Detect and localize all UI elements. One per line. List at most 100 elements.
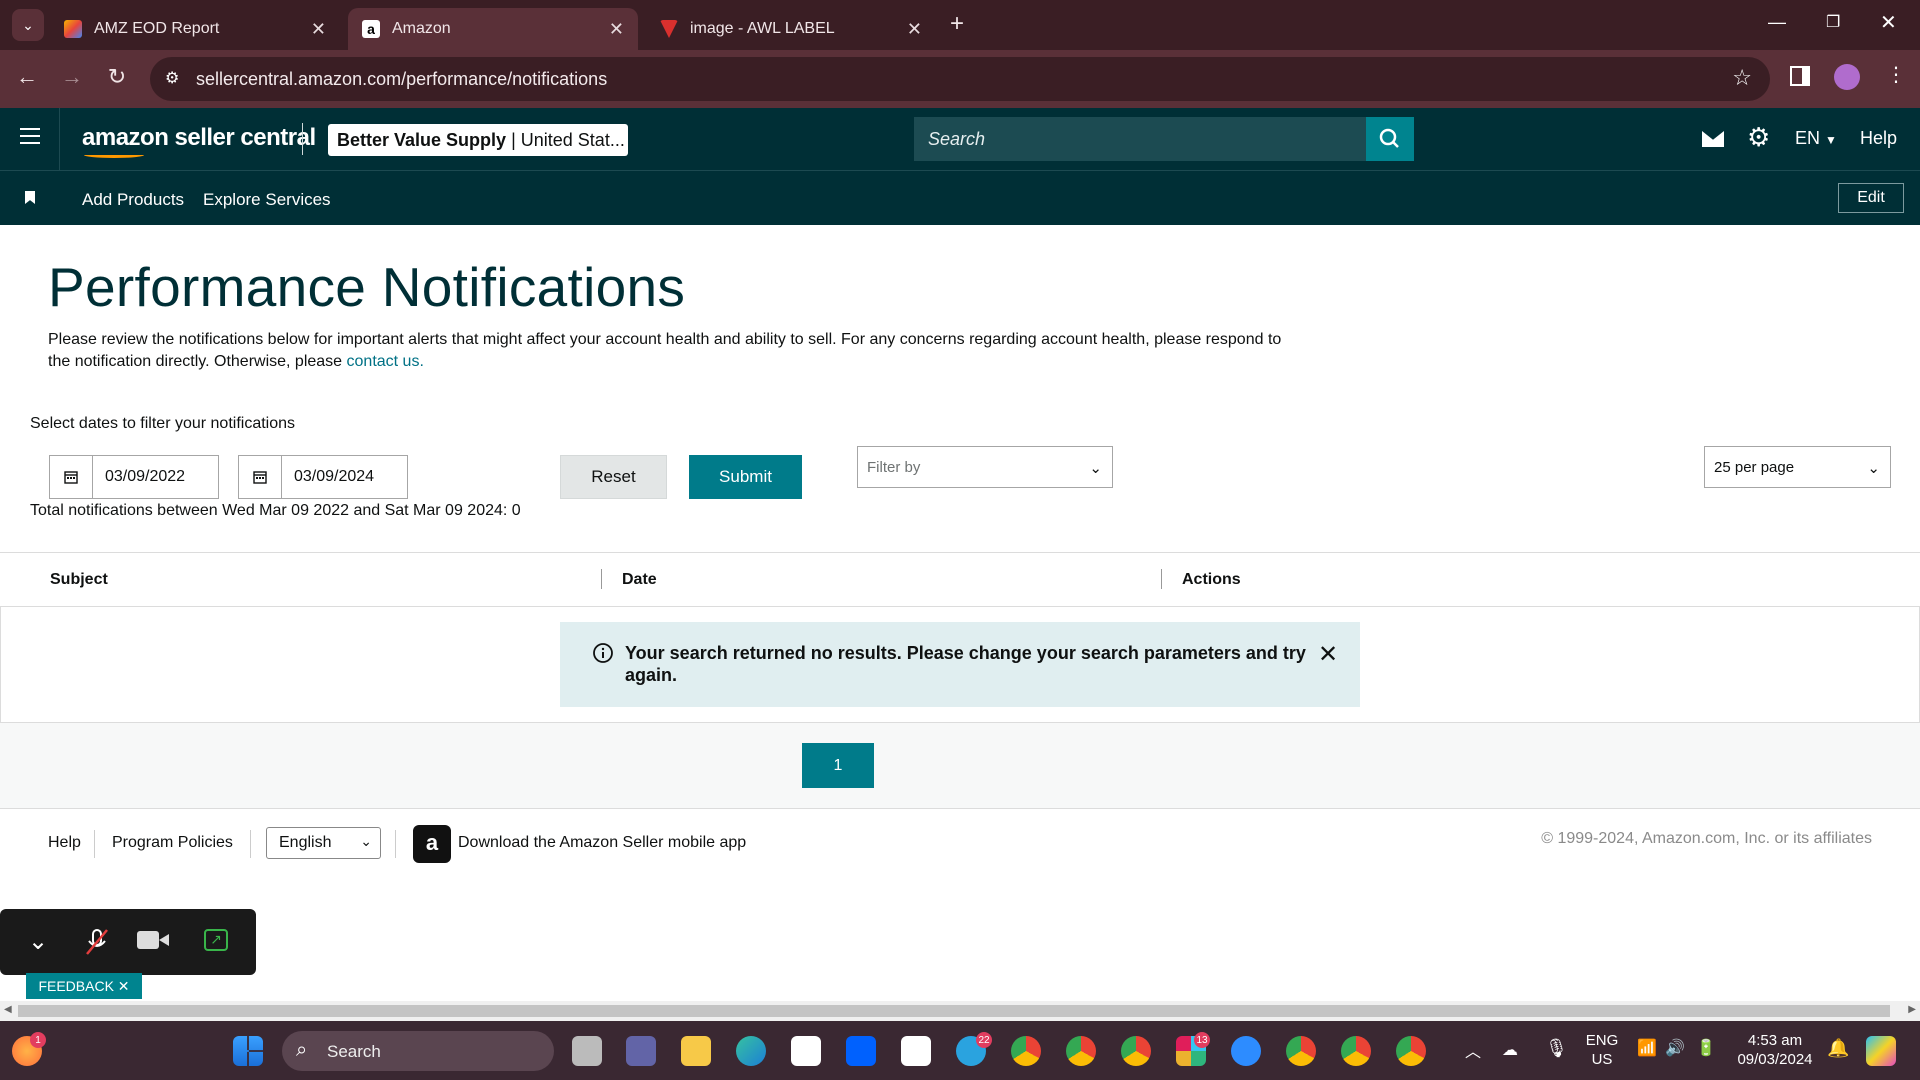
- footer-divider: [395, 830, 396, 858]
- contact-us-link[interactable]: contact us.: [347, 353, 424, 370]
- microphone-icon[interactable]: 🎙: [1545, 1038, 1568, 1059]
- amazon-app-taskbar-icon[interactable]: [901, 1036, 931, 1066]
- per-page-dropdown[interactable]: 25 per page ⌄: [1704, 446, 1891, 488]
- taskbar-search[interactable]: ⌕ Search: [282, 1031, 554, 1071]
- copilot-icon[interactable]: [1866, 1036, 1896, 1066]
- dismiss-alert-close-icon[interactable]: ✕: [1318, 640, 1338, 669]
- notifications-bell-icon[interactable]: 🔔: [1827, 1038, 1849, 1059]
- calendar-icon[interactable]: [239, 456, 282, 498]
- close-tab-icon[interactable]: ✕: [311, 19, 326, 40]
- share-screen-icon[interactable]: ↗: [204, 929, 228, 951]
- reset-button[interactable]: Reset: [560, 455, 667, 499]
- search-icon: [1379, 128, 1399, 148]
- seller-central-header: amazon seller central Better Value Suppl…: [0, 108, 1920, 170]
- teams-chat-icon[interactable]: [626, 1036, 656, 1066]
- settings-gear-icon[interactable]: ⚙: [1747, 122, 1770, 153]
- help-link[interactable]: Help: [1860, 128, 1897, 149]
- close-tab-icon[interactable]: ✕: [609, 19, 624, 40]
- column-date[interactable]: Date: [622, 571, 657, 589]
- scrollbar-thumb[interactable]: [18, 1005, 1890, 1017]
- pagination-bar: [0, 723, 1920, 809]
- hamburger-menu-icon[interactable]: [20, 128, 40, 144]
- battery-icon[interactable]: 🔋: [1696, 1038, 1716, 1058]
- feedback-button[interactable]: FEEDBACK ✕: [26, 973, 142, 999]
- meeting-mini-toolbar: ⌄ ↗: [0, 909, 256, 975]
- site-settings-icon[interactable]: ⚙: [165, 68, 179, 88]
- widgets-badge: 1: [30, 1032, 46, 1048]
- column-divider: [1161, 569, 1162, 589]
- date-from-field[interactable]: 03/09/2022: [49, 455, 219, 499]
- tab-image-awl-label[interactable]: image - AWL LABEL ✕: [646, 8, 936, 50]
- chrome-profile-icon[interactable]: [1011, 1036, 1041, 1066]
- video-camera-icon[interactable]: [137, 931, 159, 949]
- footer-language-value: English: [279, 834, 332, 851]
- amazon-app-icon[interactable]: a: [413, 825, 451, 863]
- minimize-window-icon[interactable]: —: [1768, 12, 1786, 33]
- file-explorer-icon[interactable]: [681, 1036, 711, 1066]
- download-app-link[interactable]: Download the Amazon Seller mobile app: [458, 834, 746, 852]
- close-window-icon[interactable]: ✕: [1880, 10, 1897, 35]
- program-policies-link[interactable]: Program Policies: [112, 834, 233, 852]
- back-icon[interactable]: ←: [12, 64, 42, 90]
- side-panel-icon[interactable]: [1790, 66, 1810, 86]
- scroll-left-arrow-icon[interactable]: ◀: [4, 1004, 12, 1015]
- chrome-active-icon[interactable]: [1396, 1036, 1426, 1066]
- microsoft-store-icon[interactable]: [791, 1036, 821, 1066]
- onedrive-icon[interactable]: ☁: [1502, 1040, 1518, 1060]
- tab-list-dropdown[interactable]: ⌄: [12, 9, 44, 41]
- search-button[interactable]: [1366, 117, 1414, 161]
- chrome-profile-icon[interactable]: [1286, 1036, 1316, 1066]
- page-title: Performance Notifications: [48, 256, 686, 318]
- store-switcher[interactable]: Better Value Supply | United Stat...: [328, 124, 628, 156]
- bookmark-icon[interactable]: [25, 191, 35, 204]
- scroll-right-arrow-icon[interactable]: ▶: [1908, 1004, 1916, 1015]
- info-icon: [593, 643, 613, 663]
- filter-by-dropdown[interactable]: Filter by ⌄: [857, 446, 1113, 488]
- url-field[interactable]: ⚙ sellercentral.amazon.com/performance/n…: [150, 57, 1770, 101]
- chrome-profile-icon[interactable]: [1066, 1036, 1096, 1066]
- browser-menu-icon[interactable]: ⋮: [1886, 62, 1906, 87]
- restore-window-icon[interactable]: ❐: [1826, 12, 1840, 32]
- wifi-icon[interactable]: 📶: [1637, 1038, 1657, 1058]
- subnav-add-products[interactable]: Add Products: [82, 190, 184, 210]
- footer-help-link[interactable]: Help: [48, 834, 81, 852]
- edit-nav-button[interactable]: Edit: [1838, 183, 1904, 213]
- taskbar-search-label: Search: [327, 1042, 381, 1061]
- subnav-explore-services[interactable]: Explore Services: [203, 190, 331, 210]
- column-subject[interactable]: Subject: [50, 571, 108, 589]
- amazon-seller-central-logo[interactable]: amazon seller central: [82, 124, 316, 152]
- volume-icon[interactable]: 🔊: [1665, 1038, 1685, 1058]
- forward-icon[interactable]: →: [57, 64, 87, 90]
- chrome-profile-icon[interactable]: [1121, 1036, 1151, 1066]
- search-input[interactable]: Search: [914, 117, 1366, 161]
- input-language[interactable]: ENG US: [1582, 1031, 1622, 1069]
- reload-icon[interactable]: ↻: [102, 64, 132, 90]
- horizontal-scrollbar[interactable]: ◀ ▶: [0, 1001, 1920, 1021]
- tab-favicon-icon: [64, 20, 82, 38]
- tray-overflow-chevron-icon[interactable]: ︿: [1465, 1038, 1481, 1062]
- new-tab-button[interactable]: +: [950, 10, 964, 38]
- zoom-icon[interactable]: [1231, 1036, 1261, 1066]
- collapse-chevron-icon[interactable]: ⌄: [28, 927, 48, 956]
- calendar-icon[interactable]: [50, 456, 93, 498]
- tab-amazon[interactable]: a Amazon ✕: [348, 8, 638, 50]
- bookmark-star-icon[interactable]: ☆: [1732, 65, 1752, 91]
- chrome-profile-icon[interactable]: [1341, 1036, 1371, 1066]
- caret-down-icon: ▼: [1825, 133, 1837, 147]
- clock-time: 4:53 am: [1747, 1032, 1803, 1049]
- submit-button[interactable]: Submit: [689, 455, 802, 499]
- mic-muted-icon[interactable]: [84, 927, 110, 957]
- close-tab-icon[interactable]: ✕: [907, 19, 922, 40]
- page-number-button[interactable]: 1: [802, 743, 874, 788]
- tab-amz-eod-report[interactable]: AMZ EOD Report ✕: [50, 8, 340, 50]
- language-selector[interactable]: EN ▼: [1795, 128, 1837, 149]
- messages-mail-icon[interactable]: [1702, 131, 1724, 147]
- chevron-down-icon: ⌄: [360, 833, 372, 849]
- profile-avatar[interactable]: [1834, 64, 1860, 90]
- date-to-field[interactable]: 03/09/2024: [238, 455, 408, 499]
- dropbox-icon[interactable]: [846, 1036, 876, 1066]
- task-view-icon[interactable]: [572, 1036, 602, 1066]
- taskbar-clock[interactable]: 4:53 am 09/03/2024: [1730, 1031, 1820, 1069]
- edge-browser-icon[interactable]: [736, 1036, 766, 1066]
- footer-language-select[interactable]: English ⌄: [266, 827, 381, 859]
